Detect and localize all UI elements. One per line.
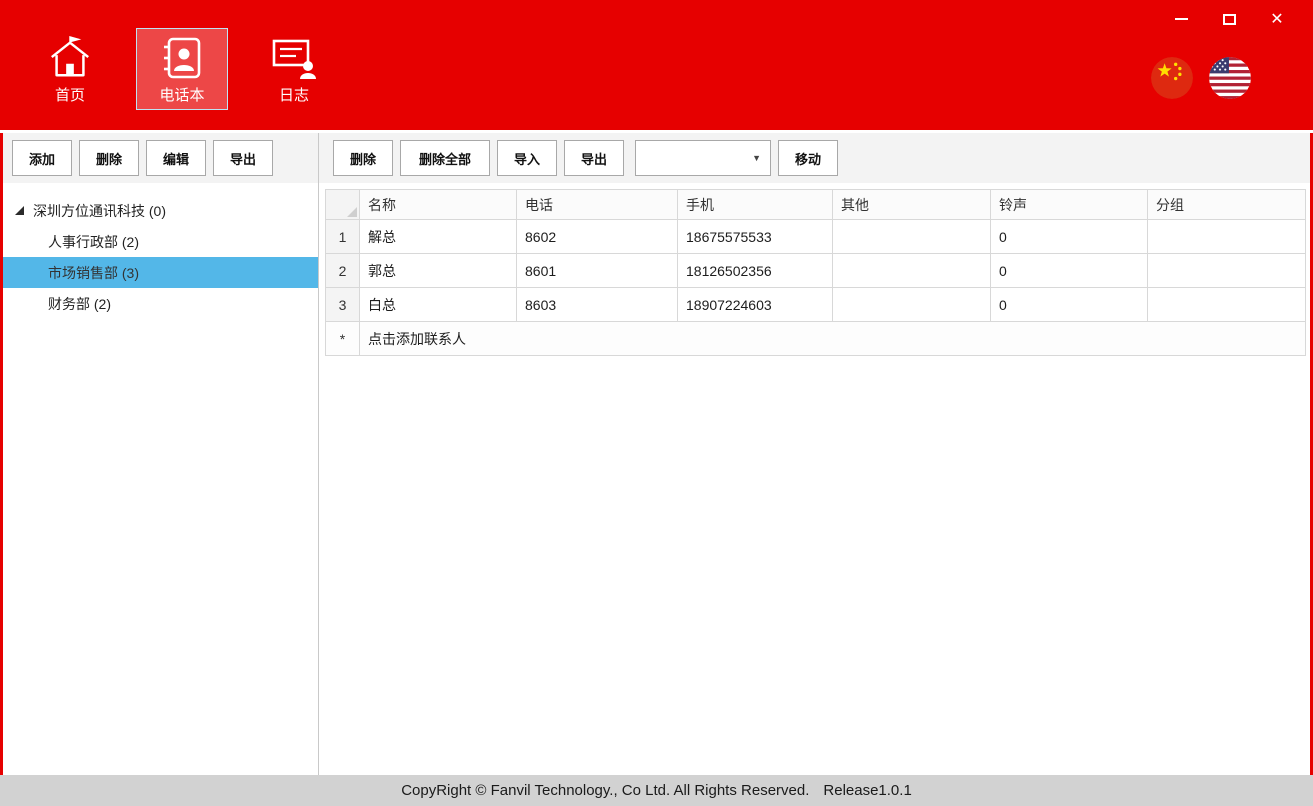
table-corner-cell[interactable] <box>326 190 360 220</box>
copyright-text: CopyRight © Fanvil Technology., Co Ltd. … <box>401 782 809 799</box>
cell-ringtone[interactable]: 0 <box>991 288 1148 322</box>
tree-expander-icon[interactable] <box>15 206 24 215</box>
minimize-icon <box>1175 18 1188 20</box>
contact-move-button[interactable]: 移动 <box>778 140 838 176</box>
group-add-button[interactable]: 添加 <box>12 140 72 176</box>
contacts-grid-area: 名称 电话 手机 其他 铃声 分组 1 解总 8602 <box>319 183 1310 775</box>
tab-home-label: 首页 <box>55 88 85 103</box>
contacts-table: 名称 电话 手机 其他 铃声 分组 1 解总 8602 <box>325 189 1306 356</box>
close-button[interactable]: ✕ <box>1253 4 1301 34</box>
release-version: Release1.0.1 <box>823 782 911 799</box>
phonebook-icon <box>159 31 205 81</box>
add-contact-hint[interactable]: 点击添加联系人 <box>360 322 1306 356</box>
chinese-flag-icon[interactable] <box>1151 57 1193 99</box>
maximize-button[interactable] <box>1205 4 1253 34</box>
tab-log-label: 日志 <box>279 88 309 103</box>
main-nav: 首页 电话本 <box>24 28 340 110</box>
contact-delete-all-button[interactable]: 删除全部 <box>400 140 490 176</box>
cell-mobile[interactable]: 18675575533 <box>678 220 833 254</box>
status-bar: CopyRight © Fanvil Technology., Co Ltd. … <box>0 775 1313 806</box>
cell-other[interactable] <box>833 220 991 254</box>
group-toolbar: 添加 删除 编辑 导出 <box>3 133 318 183</box>
cell-group[interactable] <box>1148 220 1306 254</box>
table-new-row: * 点击添加联系人 <box>326 322 1306 356</box>
contacts-panel: 删除 删除全部 导入 导出 ▼ 移动 <box>319 133 1310 775</box>
home-icon <box>47 31 93 81</box>
minimize-button[interactable] <box>1157 4 1205 34</box>
contacts-toolbar: 删除 删除全部 导入 导出 ▼ 移动 <box>319 133 1310 183</box>
tab-log[interactable]: 日志 <box>248 28 340 110</box>
row-number[interactable]: 2 <box>326 254 360 288</box>
cell-other[interactable] <box>833 288 991 322</box>
tab-home[interactable]: 首页 <box>24 28 116 110</box>
column-header-ringtone[interactable]: 铃声 <box>991 190 1148 220</box>
cell-group[interactable] <box>1148 288 1306 322</box>
cell-group[interactable] <box>1148 254 1306 288</box>
cell-ringtone[interactable]: 0 <box>991 254 1148 288</box>
group-edit-button[interactable]: 编辑 <box>146 140 206 176</box>
column-header-other[interactable]: 其他 <box>833 190 991 220</box>
cell-other[interactable] <box>833 254 991 288</box>
column-header-phone[interactable]: 电话 <box>517 190 678 220</box>
tree-node-sales-dept[interactable]: 市场销售部 (3) <box>3 257 318 288</box>
language-switcher <box>1151 57 1251 99</box>
tree-node-label: 人事行政部 (2) <box>48 232 139 252</box>
contact-import-button[interactable]: 导入 <box>497 140 557 176</box>
group-delete-button[interactable]: 删除 <box>79 140 139 176</box>
column-header-name[interactable]: 名称 <box>360 190 517 220</box>
maximize-icon <box>1223 14 1236 25</box>
column-header-mobile[interactable]: 手机 <box>678 190 833 220</box>
table-header-row: 名称 电话 手机 其他 铃声 分组 <box>326 190 1306 220</box>
tree-node-label: 市场销售部 (3) <box>48 263 139 283</box>
content-area: 添加 删除 编辑 导出 深圳方位通讯科技 (0) 人事行政部 (2) 市场销售部… <box>0 133 1313 775</box>
tree-root-label: 深圳方位通讯科技 (0) <box>33 201 166 221</box>
cell-mobile[interactable]: 18907224603 <box>678 288 833 322</box>
tree-root-node[interactable]: 深圳方位通讯科技 (0) <box>3 195 318 226</box>
app-window: 首页 电话本 <box>0 0 1313 806</box>
cell-name[interactable]: 郭总 <box>360 254 517 288</box>
column-header-group[interactable]: 分组 <box>1148 190 1306 220</box>
row-number[interactable]: 1 <box>326 220 360 254</box>
row-number[interactable]: 3 <box>326 288 360 322</box>
contact-export-button[interactable]: 导出 <box>564 140 624 176</box>
cell-name[interactable]: 解总 <box>360 220 517 254</box>
usa-flag-icon[interactable] <box>1209 57 1251 99</box>
table-row: 1 解总 8602 18675575533 0 <box>326 220 1306 254</box>
group-panel: 添加 删除 编辑 导出 深圳方位通讯科技 (0) 人事行政部 (2) 市场销售部… <box>3 133 319 775</box>
window-controls: ✕ <box>1157 4 1301 34</box>
group-export-button[interactable]: 导出 <box>213 140 273 176</box>
new-row-marker[interactable]: * <box>326 322 360 356</box>
cell-ringtone[interactable]: 0 <box>991 220 1148 254</box>
cell-mobile[interactable]: 18126502356 <box>678 254 833 288</box>
cell-name[interactable]: 白总 <box>360 288 517 322</box>
app-header: 首页 电话本 <box>0 0 1313 130</box>
contact-delete-button[interactable]: 删除 <box>333 140 393 176</box>
cell-phone[interactable]: 8601 <box>517 254 678 288</box>
tree-node-finance-dept[interactable]: 财务部 (2) <box>3 288 318 319</box>
chevron-down-icon: ▼ <box>752 154 761 163</box>
cell-phone[interactable]: 8603 <box>517 288 678 322</box>
group-tree: 深圳方位通讯科技 (0) 人事行政部 (2) 市场销售部 (3) 财务部 (2) <box>3 183 318 319</box>
table-row: 2 郭总 8601 18126502356 0 <box>326 254 1306 288</box>
log-icon <box>270 31 318 81</box>
tree-node-label: 财务部 (2) <box>48 294 111 314</box>
tree-node-hr-dept[interactable]: 人事行政部 (2) <box>3 226 318 257</box>
tab-phonebook-label: 电话本 <box>159 88 204 103</box>
tab-phonebook[interactable]: 电话本 <box>136 28 228 110</box>
cell-phone[interactable]: 8602 <box>517 220 678 254</box>
table-row: 3 白总 8603 18907224603 0 <box>326 288 1306 322</box>
group-select-dropdown[interactable]: ▼ <box>635 140 771 176</box>
